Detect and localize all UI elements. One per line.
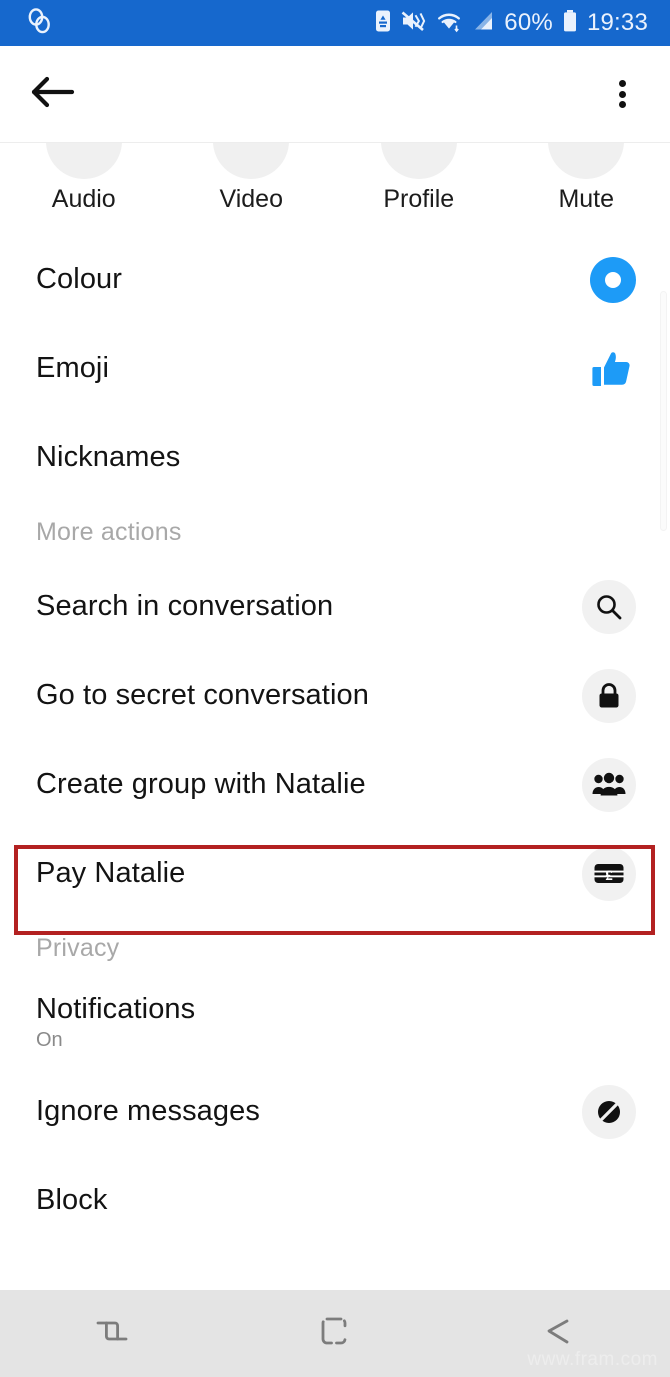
settings-row-nicknames[interactable]: Nicknames bbox=[0, 413, 670, 502]
row-text: Block bbox=[36, 1183, 108, 1217]
quick-action-label: Video bbox=[219, 185, 284, 213]
quick-action-label: Mute bbox=[558, 185, 615, 213]
section-header-privacy: Privacy bbox=[36, 933, 120, 962]
row-label: Notifications bbox=[36, 993, 196, 1026]
lock-icon[interactable] bbox=[582, 668, 636, 723]
wifi-icon bbox=[436, 9, 464, 38]
row-text: Notifications On bbox=[36, 993, 196, 1051]
settings-row-create-group[interactable]: Create group with Natalie bbox=[0, 740, 670, 829]
settings-row-colour[interactable]: Colour bbox=[0, 235, 670, 324]
row-label: Ignore messages bbox=[36, 1094, 260, 1127]
battery-percent-label: 60% bbox=[504, 9, 553, 36]
row-trailing bbox=[582, 668, 636, 723]
clock-label: 19:33 bbox=[586, 9, 648, 36]
settings-row-emoji[interactable]: Emoji bbox=[0, 324, 670, 413]
row-text: Emoji bbox=[36, 351, 110, 385]
row-label: Create group with Natalie bbox=[36, 767, 366, 800]
settings-row-search-in-conversation[interactable]: Search in conversation bbox=[0, 562, 670, 651]
row-sublabel: On bbox=[36, 1028, 63, 1051]
row-label: Emoji bbox=[36, 351, 110, 384]
group-people-icon[interactable] bbox=[582, 757, 636, 812]
quick-action-video[interactable]: Video bbox=[168, 143, 336, 235]
row-trailing bbox=[582, 579, 636, 634]
settings-row-block[interactable]: Block bbox=[0, 1156, 670, 1245]
row-text: Pay Natalie bbox=[36, 856, 186, 890]
row-text: Go to secret conversation bbox=[36, 678, 369, 712]
settings-row-notifications[interactable]: Notifications On bbox=[0, 978, 670, 1067]
colour-swatch-icon[interactable] bbox=[590, 256, 636, 303]
settings-row-pay-natalie[interactable]: Pay Natalie £ bbox=[0, 829, 670, 918]
section-header-more-actions: More actions bbox=[36, 517, 182, 546]
bell-mute-icon bbox=[569, 143, 603, 146]
android-navigation-bar: www.fram.com bbox=[0, 1290, 670, 1377]
recents-icon bbox=[87, 1306, 137, 1361]
row-label: Block bbox=[36, 1183, 108, 1216]
quick-action-label: Profile bbox=[383, 185, 455, 213]
back-arrow-icon bbox=[30, 72, 76, 117]
status-bar-right: 60% 19:33 bbox=[374, 9, 648, 38]
site-watermark: www.fram.com bbox=[527, 1349, 658, 1370]
settings-row-ignore-messages[interactable]: Ignore messages bbox=[0, 1067, 670, 1156]
quick-action-label: Audio bbox=[51, 185, 116, 213]
search-icon[interactable] bbox=[582, 579, 636, 634]
profile-chip bbox=[380, 143, 457, 179]
ignore-slash-icon[interactable] bbox=[582, 1084, 636, 1139]
row-trailing bbox=[582, 1084, 636, 1139]
mute-vibrate-icon bbox=[401, 9, 427, 38]
row-label: Nicknames bbox=[36, 440, 181, 473]
status-bar: 60% 19:33 bbox=[0, 0, 670, 46]
svg-text:£: £ bbox=[605, 868, 613, 884]
status-bar-left bbox=[26, 7, 56, 39]
settings-scroll-area[interactable]: Audio Video Profile Mute Colour Emoji Ni… bbox=[0, 142, 670, 1290]
thumbs-up-icon[interactable] bbox=[588, 345, 636, 393]
chain-link-icon bbox=[26, 7, 56, 39]
row-text: Create group with Natalie bbox=[36, 767, 366, 801]
row-text: Ignore messages bbox=[36, 1094, 260, 1128]
row-text: Search in conversation bbox=[36, 589, 334, 623]
overflow-menu-button[interactable] bbox=[602, 71, 642, 117]
row-text: Nicknames bbox=[36, 440, 181, 474]
row-text: Colour bbox=[36, 262, 123, 296]
row-label: Pay Natalie bbox=[36, 856, 186, 889]
quick-action-audio[interactable]: Audio bbox=[0, 143, 168, 235]
row-label: Go to secret conversation bbox=[36, 678, 369, 711]
vertical-scrollbar[interactable] bbox=[660, 291, 667, 531]
row-label: Colour bbox=[36, 262, 123, 295]
back-button[interactable] bbox=[30, 71, 76, 117]
messenger-conversation-settings-screen: 60% 19:33 Audio Video Profile Mute Colou… bbox=[0, 0, 670, 1377]
video-chip bbox=[213, 143, 290, 179]
row-label: Search in conversation bbox=[36, 589, 334, 622]
settings-row-secret-conversation[interactable]: Go to secret conversation bbox=[0, 651, 670, 740]
person-icon bbox=[402, 143, 436, 146]
sim-recycle-icon bbox=[374, 9, 392, 38]
audio-chip bbox=[45, 143, 122, 179]
phone-icon bbox=[67, 143, 101, 146]
row-trailing bbox=[582, 757, 636, 812]
nav-home-button[interactable] bbox=[223, 1306, 446, 1361]
row-trailing bbox=[590, 256, 636, 303]
battery-icon bbox=[562, 9, 578, 38]
banknote-pound-icon[interactable]: £ bbox=[582, 846, 636, 901]
kebab-menu-icon bbox=[618, 77, 626, 112]
cellular-signal-icon bbox=[473, 9, 495, 38]
row-trailing: £ bbox=[582, 846, 636, 901]
row-trailing bbox=[588, 345, 636, 393]
quick-actions-row: Audio Video Profile Mute bbox=[0, 143, 670, 235]
quick-action-mute[interactable]: Mute bbox=[503, 143, 670, 235]
quick-action-profile[interactable]: Profile bbox=[335, 143, 503, 235]
video-camera-icon bbox=[233, 143, 269, 146]
nav-recents-button[interactable] bbox=[0, 1306, 223, 1361]
app-bar bbox=[0, 46, 670, 142]
mute-chip bbox=[548, 143, 625, 179]
home-square-icon bbox=[310, 1306, 360, 1361]
